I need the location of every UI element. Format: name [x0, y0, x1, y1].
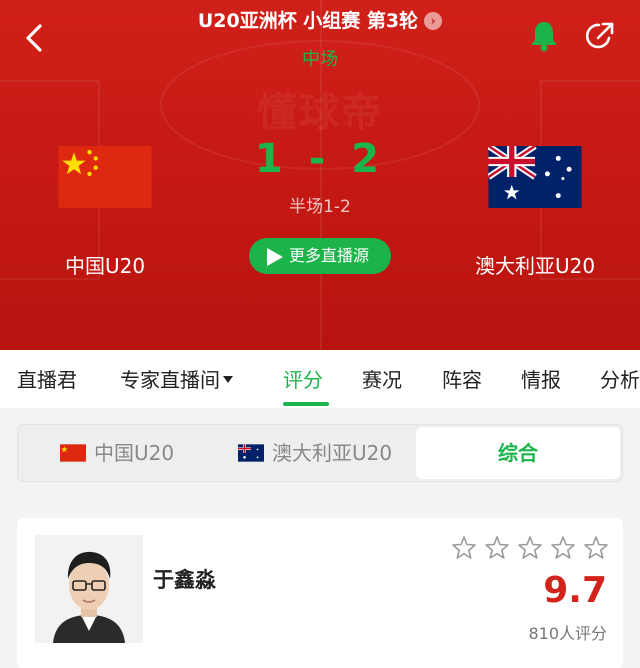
average-rating: 9.7 [543, 570, 607, 611]
segment-home-team[interactable]: 中国U20 [60, 425, 174, 481]
avatar [35, 535, 143, 643]
tab-analysis[interactable]: 分析 [600, 364, 640, 393]
tab-expert-room-label: 专家直播间 [120, 368, 220, 392]
expert-rating-card[interactable]: 于鑫淼 9.7 810人评分 [17, 518, 623, 668]
back-arrow-icon [26, 24, 42, 52]
china-flag-icon [58, 146, 152, 208]
home-team-name[interactable]: 中国U20 [5, 250, 205, 279]
expert-portrait [35, 535, 143, 643]
notification-button[interactable] [526, 18, 562, 54]
segment-away-label: 澳大利亚U20 [272, 441, 393, 465]
expert-name: 于鑫淼 [153, 568, 216, 592]
china-flag-icon [60, 444, 86, 462]
segment-away-team[interactable]: 澳大利亚U20 [238, 425, 392, 481]
score: 1 - 2 [240, 136, 400, 182]
away-team-name[interactable]: 澳大利亚U20 [435, 250, 635, 279]
back-button[interactable] [18, 18, 54, 58]
play-icon [267, 248, 283, 266]
caret-down-icon [223, 376, 233, 383]
more-live-sources-label: 更多直播源 [289, 246, 370, 265]
active-tab-indicator [283, 402, 329, 406]
score-separator: - [308, 136, 332, 182]
tab-intel[interactable]: 情报 [521, 364, 561, 393]
segment-combined[interactable]: 综合 [416, 427, 620, 479]
tab-expert-room[interactable]: 专家直播间 [120, 364, 233, 393]
more-live-sources-button[interactable]: 更多直播源 [249, 238, 391, 274]
tab-ratings[interactable]: 评分 [283, 364, 323, 393]
match-status: 中场 [302, 49, 338, 70]
tab-live-commentary[interactable]: 直播君 [17, 364, 77, 393]
watermark-logo: 懂球帝 [257, 90, 383, 136]
competition-title[interactable]: U20亚洲杯 小组赛 第3轮 › [160, 6, 480, 33]
star-outline-icon[interactable] [551, 536, 575, 559]
team-segment-control: 中国U20 澳大利亚U20 综合 [17, 424, 623, 482]
halftime-score: 半场1-2 [289, 197, 351, 217]
australia-flag-icon [238, 444, 264, 462]
star-outline-icon[interactable] [584, 536, 608, 559]
home-score: 1 [254, 136, 289, 182]
share-button[interactable] [582, 18, 618, 54]
bell-icon [531, 22, 557, 52]
chevron-right-icon: › [424, 12, 443, 30]
share-icon [585, 22, 614, 49]
match-header: 懂球帝 U20亚洲杯 小组赛 第3轮 › 中场 1 - 2 半场1-2 中国U2… [0, 0, 640, 350]
tab-bar: 直播君 专家直播间 评分 赛况 阵容 情报 分析 [0, 350, 640, 408]
star-rating[interactable] [449, 534, 609, 562]
australia-flag-icon [488, 146, 582, 208]
rating-count: 810人评分 [528, 624, 607, 643]
away-score: 2 [351, 136, 386, 182]
tab-lineup[interactable]: 阵容 [442, 364, 482, 393]
star-outline-icon[interactable] [485, 536, 509, 559]
tab-match-events[interactable]: 赛况 [362, 364, 402, 393]
competition-title-text: U20亚洲杯 小组赛 第3轮 [197, 10, 419, 32]
star-outline-icon[interactable] [518, 536, 542, 559]
segment-home-label: 中国U20 [94, 441, 175, 465]
star-outline-icon[interactable] [452, 536, 476, 559]
